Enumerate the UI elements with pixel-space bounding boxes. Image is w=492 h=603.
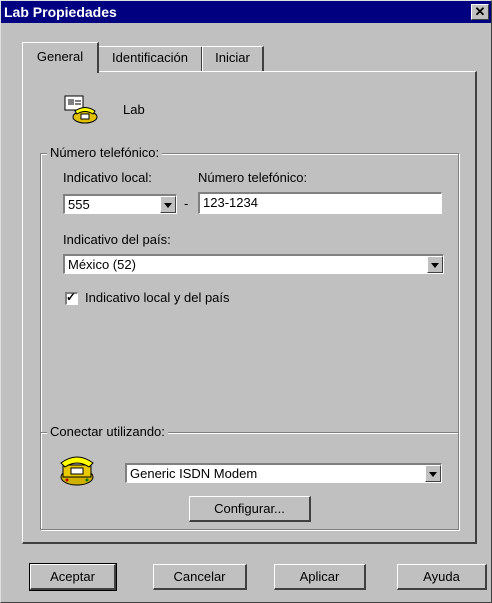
tab-general-label: General bbox=[36, 49, 84, 64]
connect-group-legend: Conectar utilizando: bbox=[47, 424, 168, 439]
phone-input[interactable]: 123-1234 bbox=[198, 192, 442, 214]
use-codes-label[interactable]: Indicativo local y del país bbox=[85, 290, 230, 305]
tab-iniciar[interactable]: Iniciar bbox=[202, 46, 264, 71]
checkmark-icon: ✓ bbox=[66, 290, 77, 304]
title-bar[interactable]: Lab Propiedades ✕ bbox=[1, 1, 491, 23]
dash-separator: - bbox=[184, 196, 189, 211]
close-icon: ✕ bbox=[474, 4, 486, 19]
tab-identificacion-label: Identificación bbox=[112, 50, 188, 65]
modem-value: Generic ISDN Modem bbox=[130, 466, 258, 481]
tab-general[interactable]: General bbox=[22, 42, 99, 73]
close-button[interactable]: ✕ bbox=[471, 4, 489, 20]
configure-button[interactable]: Configurar... bbox=[189, 496, 311, 522]
phone-group-legend: Número telefónico: bbox=[47, 145, 163, 160]
properties-dialog: Lab Propiedades ✕ General Identificación… bbox=[0, 0, 492, 603]
ok-button[interactable]: Aceptar bbox=[29, 563, 117, 591]
cancel-button-label: Cancelar bbox=[173, 569, 226, 584]
tab-identificacion[interactable]: Identificación bbox=[98, 46, 203, 71]
configure-button-label: Configurar... bbox=[214, 501, 285, 516]
connect-using-group: Conectar utilizando: Generic ISDN Modem bbox=[40, 424, 459, 530]
help-button[interactable]: Ayuda bbox=[397, 564, 487, 590]
country-code-value: México (52) bbox=[68, 257, 136, 272]
area-code-value: 555 bbox=[68, 197, 90, 212]
modem-dropdown-button[interactable] bbox=[425, 465, 441, 482]
apply-button[interactable]: Aplicar bbox=[274, 564, 366, 590]
country-code-label: Indicativo del país: bbox=[63, 232, 171, 247]
tab-iniciar-label: Iniciar bbox=[215, 50, 250, 65]
modem-telephone-icon bbox=[57, 451, 97, 487]
area-code-dropdown-button[interactable] bbox=[160, 196, 176, 213]
phone-number-group: Número telefónico: Indicativo local: 555… bbox=[40, 145, 459, 433]
window-title: Lab Propiedades bbox=[4, 4, 117, 20]
phone-card-icon bbox=[63, 94, 99, 126]
ok-button-label: Aceptar bbox=[50, 569, 95, 584]
phone-label: Número telefónico: bbox=[198, 170, 308, 185]
area-code-select[interactable]: 555 bbox=[63, 194, 177, 214]
use-codes-checkbox[interactable]: ✓ bbox=[65, 290, 78, 305]
apply-button-label: Aplicar bbox=[299, 569, 340, 584]
modem-select[interactable]: Generic ISDN Modem bbox=[125, 463, 442, 483]
phone-value: 123-1234 bbox=[203, 195, 258, 210]
cancel-button[interactable]: Cancelar bbox=[153, 564, 247, 590]
country-code-dropdown-button[interactable] bbox=[427, 256, 443, 273]
country-code-select[interactable]: México (52) bbox=[63, 254, 444, 274]
entry-name: Lab bbox=[123, 102, 145, 117]
help-button-label: Ayuda bbox=[423, 569, 460, 584]
area-code-label: Indicativo local: bbox=[63, 170, 152, 185]
tab-panel-general: Lab Número telefónico: Indicativo local:… bbox=[22, 71, 477, 544]
